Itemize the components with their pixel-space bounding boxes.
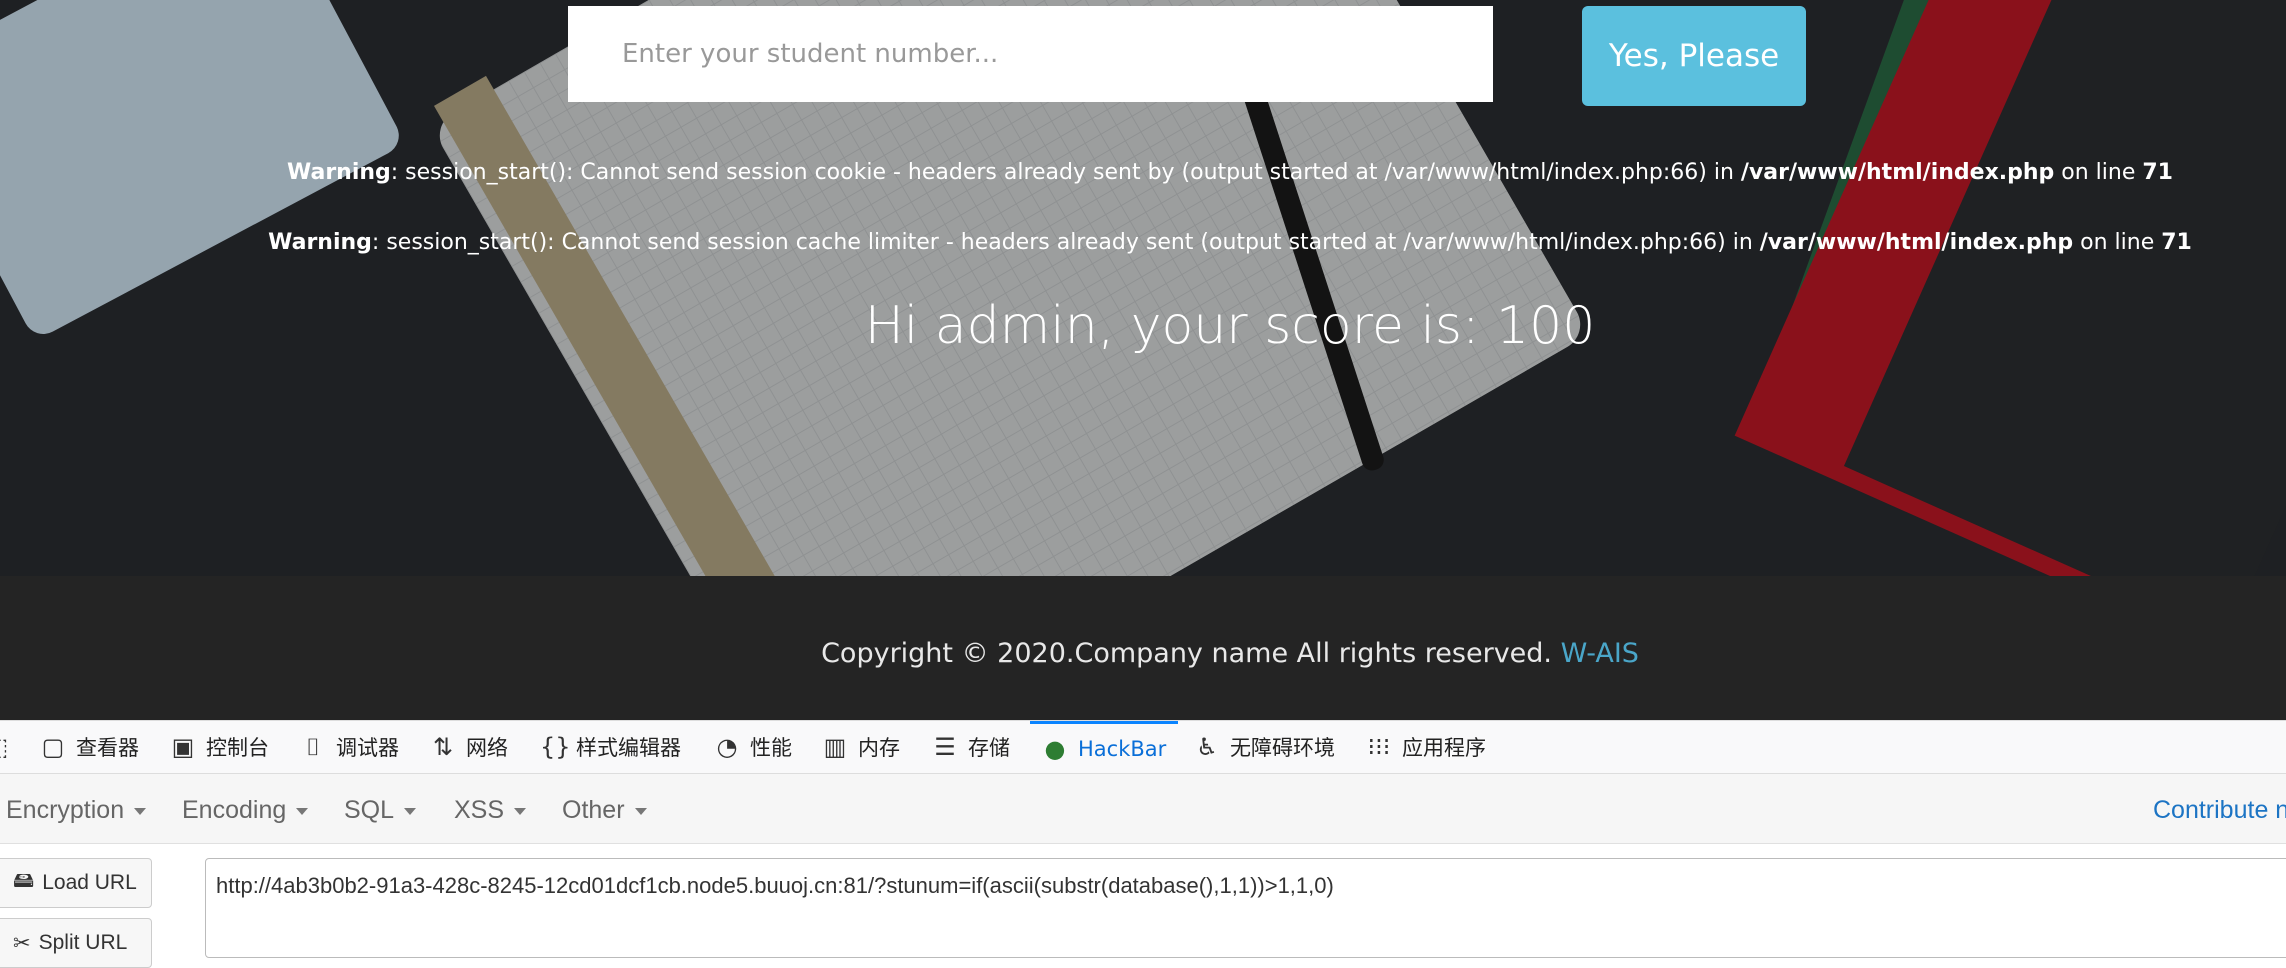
copyright-text: Copyright © 2020.Company name All rights…	[0, 638, 2286, 669]
page-footer: Copyright © 2020.Company name All rights…	[0, 576, 2286, 720]
split-url-button[interactable]: ✂ Split URL	[0, 918, 152, 968]
warning-message: : session_start(): Cannot send session c…	[371, 230, 1760, 255]
performance-icon: ◔	[716, 733, 738, 761]
copyright-label: Copyright © 2020.Company name All rights…	[821, 638, 1561, 669]
tab-accessibility[interactable]: ♿ 无障碍环境	[1194, 721, 1335, 773]
application-icon: ⁝⁝⁝	[1367, 733, 1391, 761]
menu-encryption[interactable]: Encryption	[6, 796, 147, 825]
tab-label: 性能	[750, 736, 792, 760]
tab-label: 调试器	[336, 736, 399, 760]
warning-file: /var/www/html/index.php	[1740, 160, 2055, 185]
tab-label: 存储	[968, 736, 1010, 760]
php-warning: Warning: session_start(): Cannot send se…	[0, 160, 2286, 185]
pick-element-icon: ⬚	[0, 733, 10, 761]
menu-xss[interactable]: XSS	[454, 796, 527, 825]
tab-application[interactable]: ⁝⁝⁝ 应用程序	[1366, 721, 1486, 773]
footer-link[interactable]: W-AIS	[1561, 638, 1639, 669]
tab-memory[interactable]: ▥ 内存	[822, 721, 900, 773]
menu-label: Encoding	[182, 796, 287, 824]
caret-down-icon	[514, 807, 527, 815]
tab-style-editor[interactable]: {} 样式编辑器	[540, 721, 681, 773]
tab-label: 控制台	[206, 736, 269, 760]
student-number-input[interactable]	[568, 6, 1493, 102]
inspector-icon: ▢	[41, 733, 65, 761]
tab-storage[interactable]: ☰ 存储	[932, 721, 1010, 773]
caret-down-icon	[296, 807, 309, 815]
tab-label: 应用程序	[1402, 736, 1486, 760]
load-url-icon: 🖴	[13, 868, 35, 892]
load-url-label: Load URL	[42, 871, 137, 894]
tab-label: 样式编辑器	[576, 736, 681, 760]
warning-label: Warning	[286, 160, 391, 185]
warning-line-number: 71	[2161, 230, 2192, 255]
warning-on-line: on line	[2054, 160, 2143, 185]
hackbar-icon: ●	[1044, 734, 1066, 763]
warning-file: /var/www/html/index.php	[1759, 230, 2074, 255]
tab-label: 查看器	[76, 736, 139, 760]
warning-label: Warning	[268, 230, 372, 255]
memory-icon: ▥	[823, 733, 847, 761]
menu-label: XSS	[454, 796, 505, 824]
contribute-link[interactable]: Contribute n	[2153, 796, 2286, 825]
pick-element-button[interactable]: ⬚	[0, 721, 10, 773]
caret-down-icon	[134, 807, 147, 815]
tab-inspector[interactable]: ▢ 查看器	[40, 721, 139, 773]
storage-icon: ☰	[934, 733, 956, 761]
warning-on-line: on line	[2073, 230, 2162, 255]
tab-label: 网络	[466, 736, 508, 760]
warning-message: : session_start(): Cannot send session c…	[390, 160, 1741, 185]
split-url-label: Split URL	[38, 931, 128, 954]
caret-down-icon	[634, 807, 647, 815]
split-url-icon: ✂	[13, 931, 31, 955]
tab-console[interactable]: ▣ 控制台	[170, 721, 269, 773]
tab-hackbar[interactable]: ● HackBar	[1030, 721, 1179, 773]
hackbar-body: 🖴 Load URL ✂ Split URL http://4ab3b0b2-91a…	[0, 844, 2286, 968]
accessibility-icon: ♿	[1196, 733, 1218, 761]
menu-encoding[interactable]: Encoding	[182, 796, 309, 825]
network-icon: ⇅	[432, 733, 454, 761]
tab-network[interactable]: ⇅ 网络	[430, 721, 508, 773]
tab-label: 内存	[858, 736, 900, 760]
hackbar-menu-bar: Encryption Encoding SQL XSS Other Contri…	[0, 774, 2286, 844]
php-warning: Warning: session_start(): Cannot send se…	[0, 230, 2286, 255]
submit-button[interactable]: Yes, Please	[1582, 6, 1806, 106]
devtools-tab-bar: ⬚ ▢ 查看器 ▣ 控制台 ⌷ 调试器 ⇅ 网络 {}样式编辑器 ◔ 性能 ▥ 内存 ☰ 存储…	[0, 720, 2286, 774]
debugger-icon: ⌷	[305, 733, 321, 761]
url-textarea[interactable]: http://4ab3b0b2-91a3-428c-8245-12cd01dcf…	[205, 858, 2286, 958]
tab-label: HackBar	[1078, 736, 1167, 761]
caret-down-icon	[404, 807, 417, 815]
tab-debugger[interactable]: ⌷ 调试器	[300, 721, 399, 773]
hero-section: Yes, Please Warning: session_start(): Ca…	[0, 0, 2286, 576]
score-message: Hi admin, your score is: 100	[864, 296, 1596, 356]
warning-line-number: 71	[2142, 160, 2173, 185]
menu-sql[interactable]: SQL	[344, 796, 417, 825]
tab-label: 无障碍环境	[1230, 736, 1335, 760]
menu-other[interactable]: Other	[562, 796, 647, 825]
tab-performance[interactable]: ◔ 性能	[714, 721, 792, 773]
menu-label: SQL	[344, 796, 395, 824]
menu-label: Other	[562, 796, 625, 824]
console-icon: ▣	[171, 733, 195, 761]
style-editor-icon: {}	[540, 733, 571, 761]
load-url-button[interactable]: 🖴 Load URL	[0, 858, 152, 908]
menu-label: Encryption	[6, 796, 125, 824]
